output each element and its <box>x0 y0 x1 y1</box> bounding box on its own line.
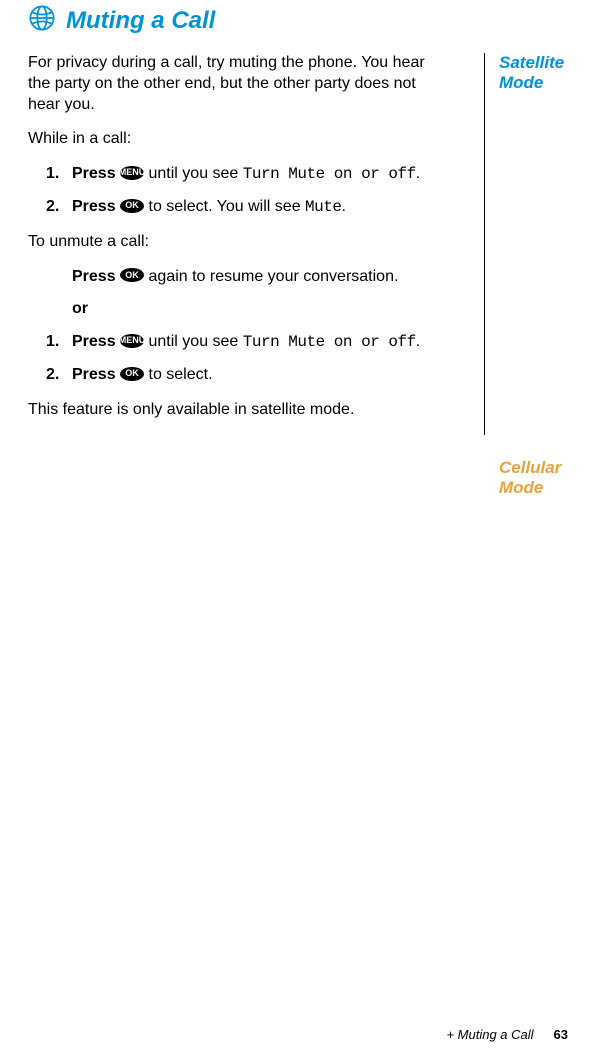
globe-icon <box>28 4 56 37</box>
section-heading: Muting a Call <box>0 0 596 37</box>
step-body: Press MENU until you see Turn Mute on or… <box>72 332 436 353</box>
page: Muting a Call For privacy during a call,… <box>0 0 596 1060</box>
step-number: 1. <box>46 164 72 185</box>
cellular-note: This feature is only available in satell… <box>28 400 436 421</box>
ok-key-icon: OK <box>120 268 144 282</box>
step-end: . <box>341 198 345 215</box>
step-number: 1. <box>46 332 72 353</box>
page-number: 63 <box>554 1027 568 1042</box>
menu-key-icon: MENU <box>120 334 144 348</box>
step-text: until you see <box>144 165 243 182</box>
cellular-mode-label: Cellular Mode <box>499 458 561 499</box>
step-text: to select. <box>144 366 212 383</box>
display-text: Turn Mute on or off <box>243 333 416 351</box>
press-label: Press <box>72 268 120 285</box>
step-end: . <box>416 333 420 350</box>
alt-step-2: 2. Press OK to select. <box>46 365 436 386</box>
step-body: Press OK to select. <box>72 365 436 386</box>
side-column: Satellite Mode Cellular Mode <box>484 53 576 435</box>
display-text: Mute <box>305 198 341 216</box>
step-number: 2. <box>46 197 72 218</box>
alt-step-1: 1. Press MENU until you see Turn Mute on… <box>46 332 436 353</box>
step-2: 2. Press OK to select. You will see Mute… <box>46 197 436 218</box>
ok-key-icon: OK <box>120 199 144 213</box>
ok-key-icon: OK <box>120 367 144 381</box>
footer-section: + Muting a Call <box>446 1027 533 1042</box>
label-line-2: Mode <box>499 478 561 498</box>
step-body: Press MENU until you see Turn Mute on or… <box>72 164 436 185</box>
satellite-mode-label: Satellite Mode <box>499 53 576 94</box>
press-label: Press <box>72 198 120 215</box>
step-end: . <box>416 165 420 182</box>
unmute-press-block: Press OK again to resume your conversati… <box>28 267 436 288</box>
page-footer: + Muting a Call 63 <box>446 1027 568 1042</box>
unmute-intro: To unmute a call: <box>28 232 436 253</box>
press-label: Press <box>72 165 120 182</box>
press-label: Press <box>72 366 120 383</box>
press-label: Press <box>72 333 120 350</box>
main-column: For privacy during a call, try muting th… <box>28 53 484 435</box>
unmute-alt-steps: 1. Press MENU until you see Turn Mute on… <box>28 332 436 386</box>
display-text: Turn Mute on or off <box>243 165 416 183</box>
label-line-1: Cellular <box>499 458 561 478</box>
step-body: Press OK to select. You will see Mute. <box>72 197 436 218</box>
mute-steps: 1. Press MENU until you see Turn Mute on… <box>28 164 436 218</box>
content-wrapper: For privacy during a call, try muting th… <box>0 53 596 435</box>
while-in-call-label: While in a call: <box>28 129 436 150</box>
step-1: 1. Press MENU until you see Turn Mute on… <box>46 164 436 185</box>
or-label: or <box>72 300 88 317</box>
menu-key-icon: MENU <box>120 166 144 180</box>
or-block: or <box>28 299 436 320</box>
unmute-text: again to resume your conversation. <box>144 268 398 285</box>
intro-paragraph: For privacy during a call, try muting th… <box>28 53 436 115</box>
heading-title: Muting a Call <box>66 7 215 35</box>
step-text: until you see <box>144 333 243 350</box>
step-text: to select. You will see <box>144 198 305 215</box>
step-number: 2. <box>46 365 72 386</box>
label-line-2: Mode <box>499 73 576 93</box>
label-line-1: Satellite <box>499 53 576 73</box>
